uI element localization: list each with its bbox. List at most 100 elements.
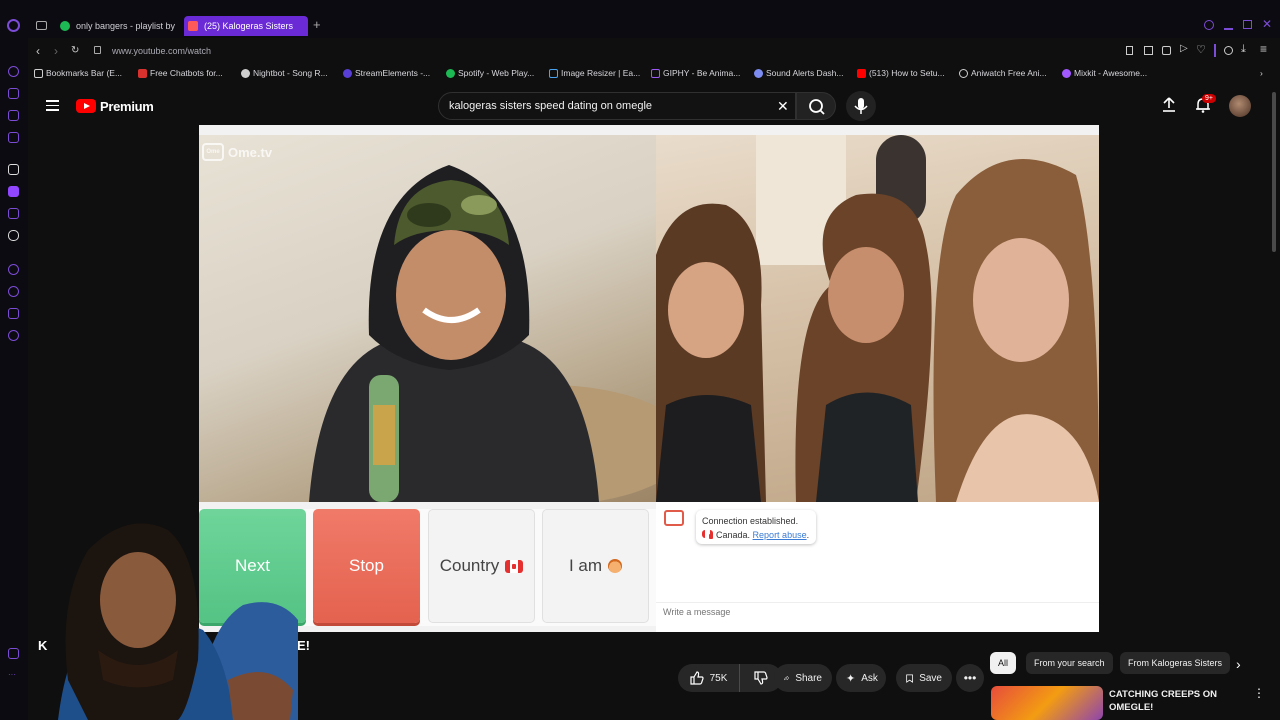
connection-country-line: Canada. Report abuse. [702,528,810,542]
extensions-icon[interactable] [8,648,19,659]
country-button[interactable]: Country [428,509,535,623]
percent-icon[interactable] [8,208,19,219]
bookmark-item[interactable]: Image Resizer | Ea... [549,68,640,78]
recommended-video[interactable]: CATCHING CREEPS ON OMEGLE! ⋮ [991,686,1271,720]
bag-icon[interactable] [8,88,19,99]
tab-overview-icon[interactable] [36,21,47,30]
snapshot-icon[interactable] [1144,46,1153,55]
streamelements-icon [343,69,352,78]
ask-button[interactable]: ✦ Ask [836,664,886,692]
sparkle-icon: ✦ [846,672,856,685]
clear-search-icon[interactable]: ✕ [777,99,789,113]
youtube-logo[interactable]: Premium [76,98,154,114]
tab-label: only bangers - playlist by [76,21,176,31]
search-button[interactable] [796,92,836,120]
play-icon[interactable]: ▷ [1180,43,1188,54]
chevron-right-icon[interactable]: › [1236,656,1241,672]
forward-icon[interactable]: › [54,44,58,58]
close-window-button[interactable]: ✕ [1262,17,1272,31]
bookmark-item[interactable]: Mixkit - Awesome... [1062,68,1147,78]
bookmark-item[interactable]: Free Chatbots for... [138,68,223,78]
report-abuse-link[interactable]: Report abuse [753,530,807,540]
bookmark-icon[interactable] [1126,46,1133,55]
speed-dial-icon[interactable] [8,66,19,77]
bookmark-item[interactable]: Sound Alerts Dash... [754,68,844,78]
video-feed-right [656,135,1099,502]
sound-alerts-icon [754,69,763,78]
stop-button[interactable]: Stop [313,509,420,623]
spotify-icon [446,69,455,78]
chip-all[interactable]: All [990,652,1017,674]
search-input[interactable] [449,93,769,119]
ometv-logo: Ome Ome.tv [202,143,272,161]
history-icon[interactable] [8,286,19,297]
download-icon[interactable]: ⤓ [1241,43,1246,56]
tab-label: (25) Kalogeras Sisters [204,21,294,31]
like-count: 75K [709,672,728,684]
back-icon[interactable]: ‹ [36,44,40,58]
kebab-menu-icon[interactable]: ⋮ [1253,686,1265,700]
thumbs-up-icon [689,671,704,685]
menu-icon[interactable]: ≡ [1260,42,1267,56]
settings-icon[interactable] [8,330,19,341]
player-icon[interactable] [8,264,19,275]
video-thumbnail[interactable] [991,686,1103,720]
chip-from-your-search[interactable]: From your search [1026,652,1113,674]
minimize-button[interactable] [1224,28,1233,30]
address-bar: ‹ › ↻ www.youtube.com/watch ▷ ♡ ⤓ ≡ [28,42,1280,62]
url-input[interactable]: www.youtube.com/watch [112,46,211,56]
account-icon[interactable] [1224,46,1233,55]
bookmark-item[interactable]: Aniwatch Free Ani... [959,68,1047,78]
save-bookmark-icon [906,674,913,683]
bookmark-item[interactable]: GIPHY - Be Anima... [651,68,740,78]
tab-spotify[interactable]: only bangers - playlist by [56,16,176,36]
streamer-person [58,523,298,720]
restore-button[interactable] [1243,20,1252,29]
ometv-logo-icon: Ome [202,143,224,161]
save-button[interactable]: Save [896,664,952,692]
red-square-icon [138,69,147,78]
bookmarks-bar: Bookmarks Bar (E... Free Chatbots for...… [28,66,1280,84]
lock-icon [94,46,101,54]
i-am-button[interactable]: I am [542,509,649,623]
more-actions-button[interactable]: ••• [956,664,984,692]
upload-icon[interactable] [1160,96,1178,114]
new-tab-button[interactable]: + [313,17,321,32]
notification-badge: 9+ [1202,94,1216,103]
aniwatch-icon [959,69,968,78]
opera-logo-icon[interactable] [7,19,20,32]
chip-from-channel[interactable]: From Kalogeras Sisters [1120,652,1231,674]
vpn-icon[interactable] [1162,46,1171,55]
messenger-icon[interactable] [8,132,19,143]
bookmarks-overflow-icon[interactable]: › [1260,68,1263,78]
tab-youtube[interactable]: (25) Kalogeras Sisters [184,16,308,36]
twitch-icon[interactable] [8,186,19,197]
video-feed-left: Ome Ome.tv [199,135,656,502]
thumbs-down-icon [754,671,768,685]
cube-icon[interactable] [8,308,19,319]
chat-icon[interactable] [8,110,19,121]
heart-icon[interactable]: ♡ [1196,43,1206,56]
page-scrollbar[interactable] [1272,92,1276,252]
like-dislike-pill: 75K [678,664,782,692]
speaker-icon [188,21,198,31]
ai-icon[interactable] [8,164,19,175]
video-player[interactable]: Ome Ome.tv Next Stop Country I am Connec… [199,125,1099,632]
menu-icon[interactable] [46,100,59,111]
chat-message-input[interactable] [656,602,1099,620]
bookmark-item[interactable]: Nightbot - Song R... [241,68,328,78]
reload-icon[interactable]: ↻ [71,45,79,56]
bookmark-item[interactable]: StreamElements -... [343,68,430,78]
bookmark-item[interactable]: (513) How to Setu... [857,68,945,78]
recommended-video-title[interactable]: CATCHING CREEPS ON OMEGLE! [1109,688,1249,714]
discord-icon[interactable] [8,230,19,241]
more-sidebar-icon[interactable]: ··· [8,670,16,679]
voice-search-button[interactable] [846,91,876,121]
bookmark-item[interactable]: Bookmarks Bar (E... [34,68,122,78]
share-button[interactable]: Share [774,664,832,692]
connection-status: Connection established. [702,516,799,526]
like-button[interactable]: 75K [678,664,740,692]
bookmark-item[interactable]: Spotify - Web Play... [446,68,534,78]
search-tabs-icon[interactable] [1204,20,1214,30]
avatar[interactable] [1229,95,1251,117]
